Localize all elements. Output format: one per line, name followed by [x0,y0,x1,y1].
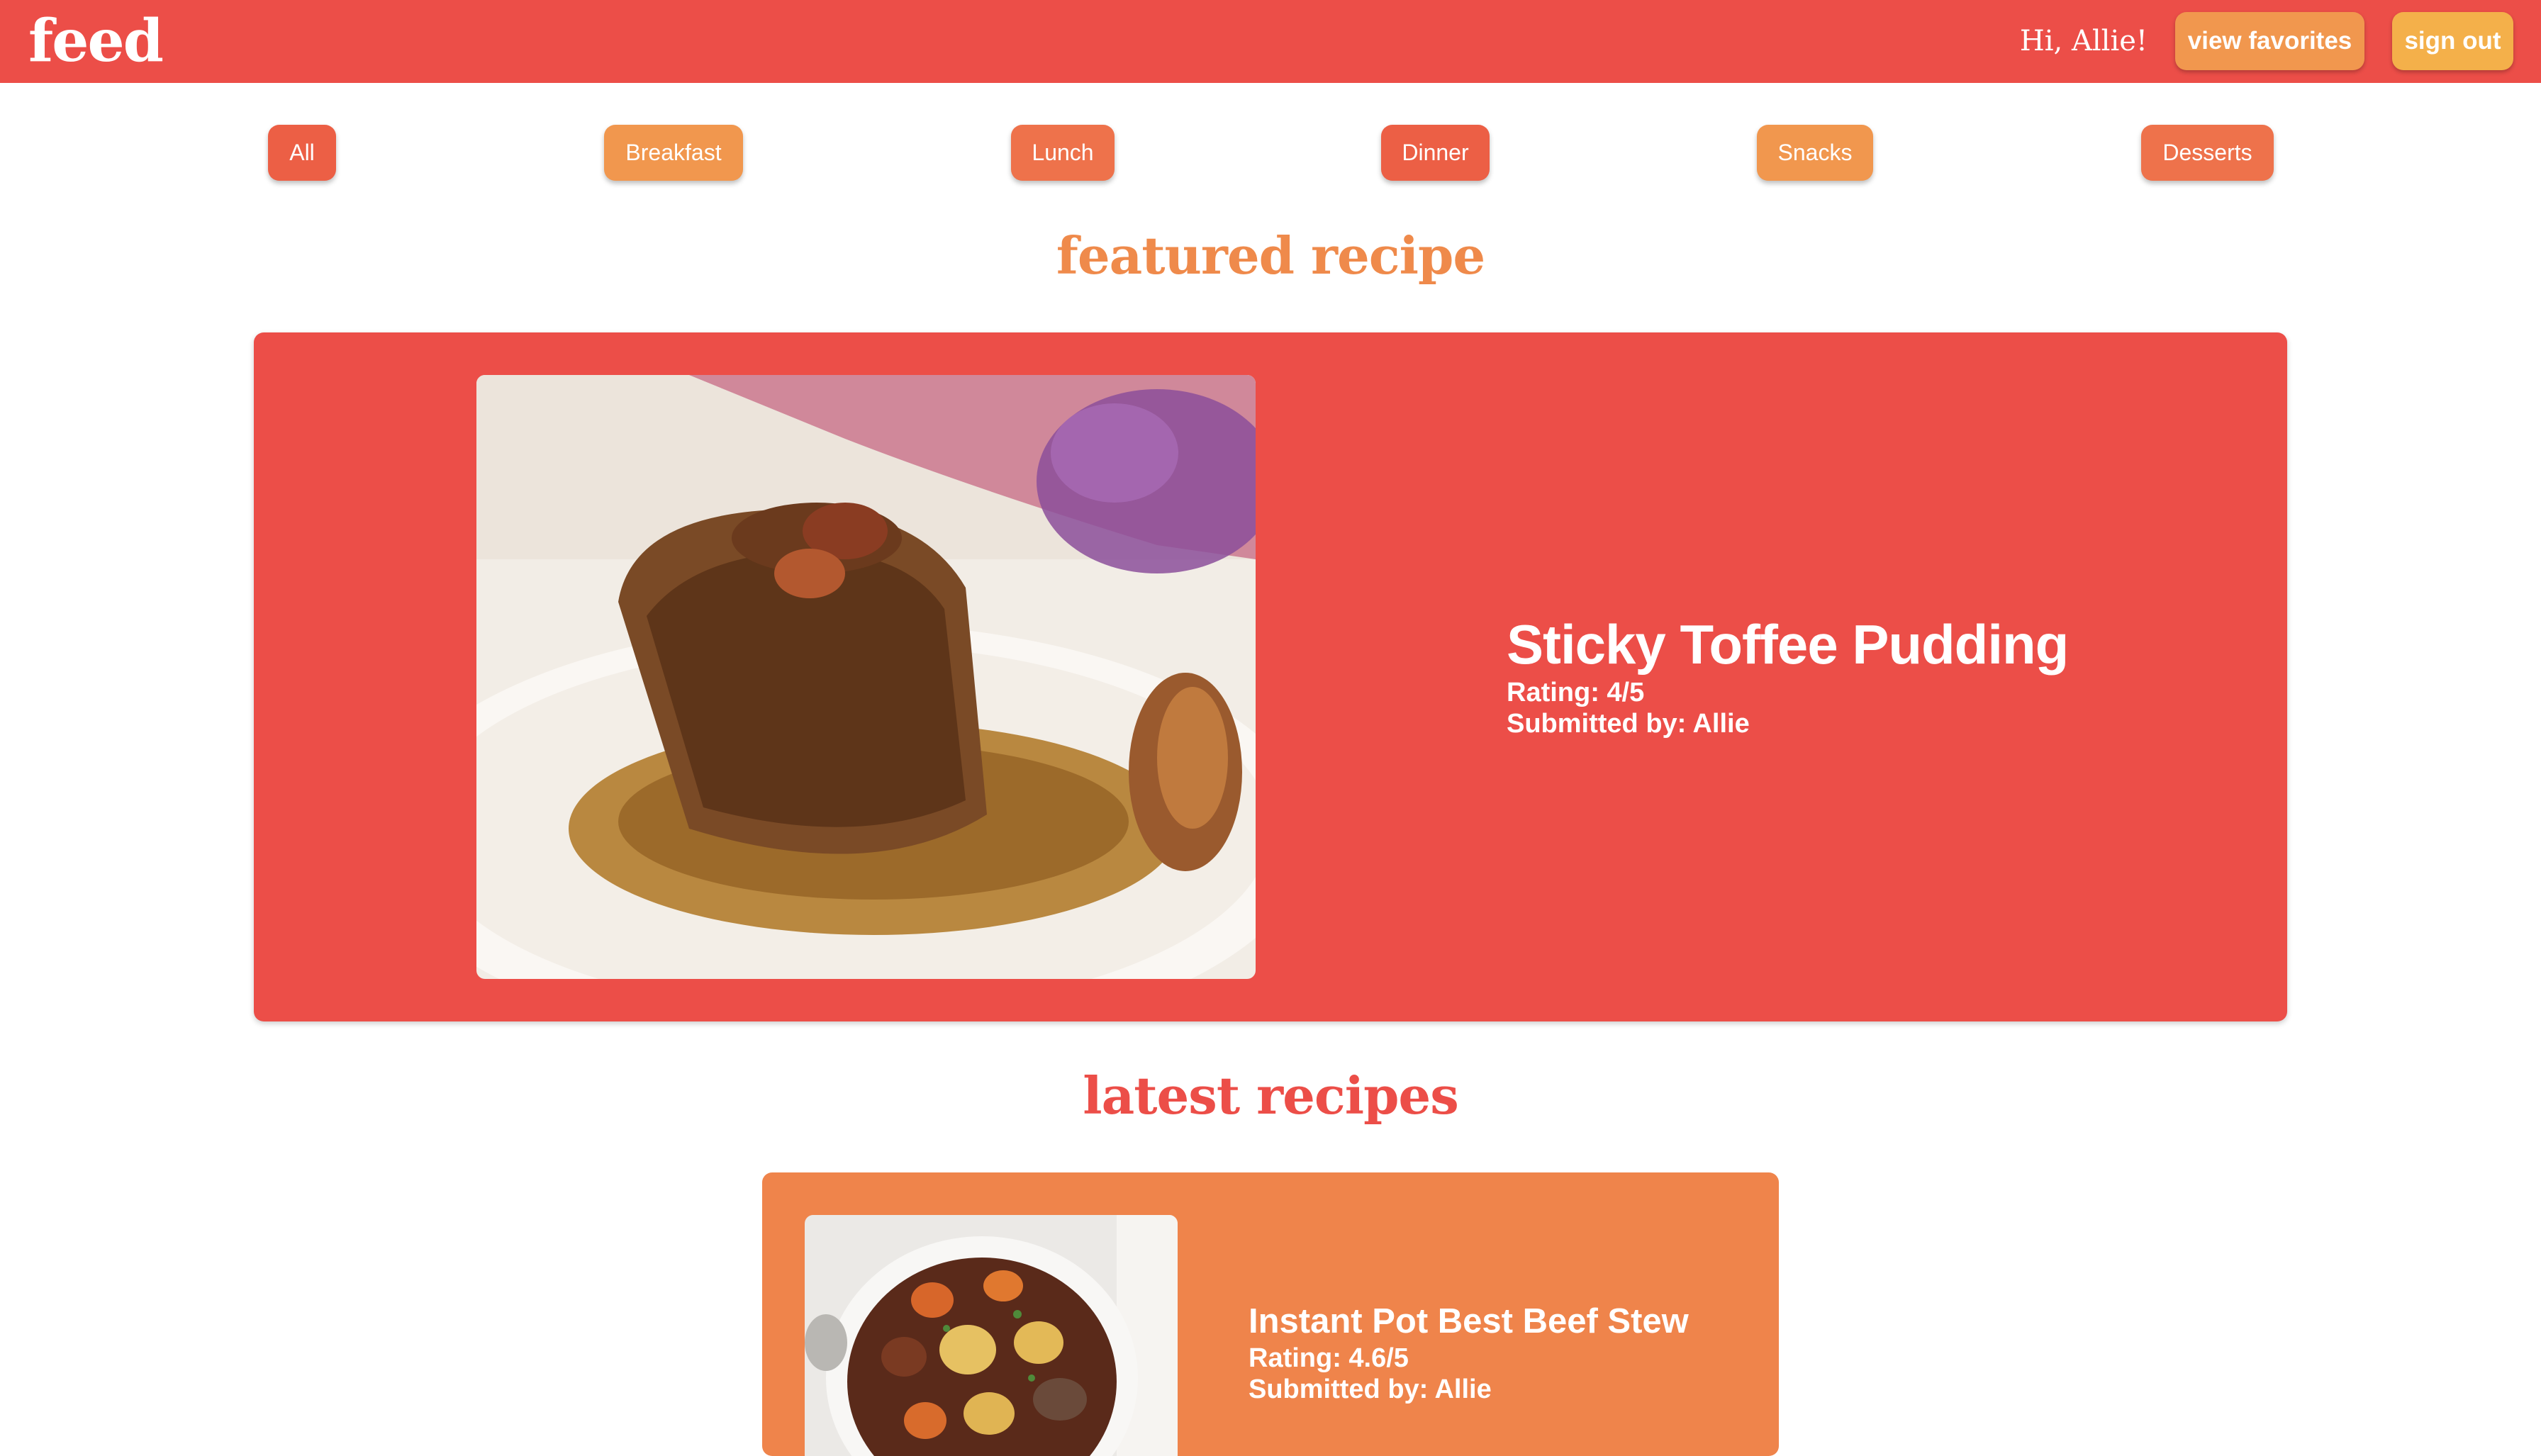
app-logo[interactable]: feed [28,0,164,83]
featured-recipe-info: Sticky Toffee Pudding Rating: 4/5 Submit… [1507,612,2069,739]
latest-recipe-name[interactable]: Instant Pot Best Beef Stew [1249,1300,1689,1343]
latest-recipe-info: Instant Pot Best Beef Stew Rating: 4.6/5… [1249,1300,1689,1405]
featured-recipe-name[interactable]: Sticky Toffee Pudding [1507,612,2069,677]
top-nav-bar: feed Hi, Allie! view favorites sign out [0,0,2541,83]
category-lunch-button[interactable]: Lunch [1011,125,1115,181]
latest-recipe-card[interactable]: Instant Pot Best Beef Stew Rating: 4.6/5… [762,1172,1779,1456]
featured-recipe-submitter: Submitted by: Allie [1507,709,1750,739]
latest-recipe-rating: Rating: 4.6/5 [1249,1343,1409,1373]
sign-out-button[interactable]: sign out [2392,12,2513,70]
featured-recipe-heading: featured recipe [1056,225,1485,286]
user-greeting: Hi, Allie! [2019,25,2148,57]
latest-recipes-heading: latest recipes [1083,1065,1459,1126]
featured-recipe-card[interactable]: Sticky Toffee Pudding Rating: 4/5 Submit… [254,332,2287,1021]
featured-recipe-rating: Rating: 4/5 [1507,678,1645,707]
latest-recipe-photo[interactable] [805,1215,1178,1456]
category-desserts-button[interactable]: Desserts [2141,125,2274,181]
view-favorites-button[interactable]: view favorites [2175,12,2364,70]
latest-recipe-submitter: Submitted by: Allie [1249,1374,1492,1404]
category-snacks-button[interactable]: Snacks [1757,125,1873,181]
category-breakfast-button[interactable]: Breakfast [604,125,743,181]
category-all-button[interactable]: All [268,125,336,181]
featured-recipe-photo[interactable] [476,375,1256,979]
category-dinner-button[interactable]: Dinner [1381,125,1490,181]
